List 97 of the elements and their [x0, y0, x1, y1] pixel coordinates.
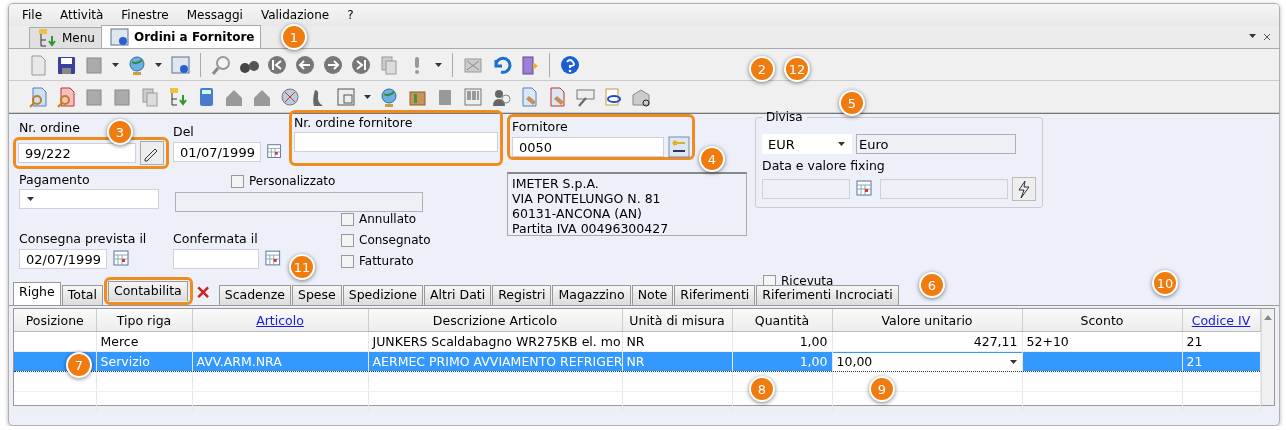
tab[interactable]: Righe	[13, 282, 61, 305]
checkbox[interactable]	[231, 174, 244, 188]
dropdown-caret-icon[interactable]	[1248, 33, 1257, 39]
document-tab[interactable]: Ordini a Fornitore	[100, 25, 262, 48]
checkbox[interactable]	[341, 212, 354, 226]
scroll-up-icon[interactable]	[1263, 315, 1272, 320]
dropdown-caret-icon	[1008, 358, 1018, 365]
order-number-field[interactable]: 99/222	[18, 143, 136, 163]
menu-item[interactable]: File	[13, 6, 52, 24]
group-title: Divisa	[765, 110, 804, 124]
checkbox-label: Annullato	[359, 212, 417, 226]
globe-icon[interactable]	[126, 53, 148, 76]
tab[interactable]: Contabilita	[107, 281, 188, 301]
dropdown-caret-icon[interactable]	[363, 93, 372, 100]
field-label: Pagamento	[19, 172, 90, 187]
tab[interactable]: Riferimenti Incrociati	[756, 285, 899, 305]
column-header[interactable]: Codice IV	[1182, 309, 1260, 332]
tab[interactable]: Registri	[492, 285, 552, 305]
field-label: Fornitore	[512, 119, 568, 134]
date-field[interactable]: 02/07/1999	[19, 249, 107, 269]
table-cell: Merce	[96, 331, 192, 352]
field-label: Confermata il	[173, 231, 258, 246]
fixing-value-field[interactable]	[880, 179, 1008, 199]
tab[interactable]: Altri Dati	[424, 285, 492, 305]
column-header[interactable]: Valore unitario	[832, 309, 1022, 332]
field-label: Consegna prevista il	[19, 231, 147, 246]
last-icon[interactable]	[350, 53, 372, 76]
folder-tree-icon[interactable]	[167, 85, 189, 108]
supplier-order-field[interactable]	[294, 132, 498, 152]
column-header[interactable]: Quantità	[732, 309, 832, 332]
first-icon[interactable]	[266, 53, 288, 76]
globe-icon[interactable]	[378, 85, 400, 108]
table-cell: NR	[622, 331, 732, 352]
currency-name-field: Euro	[856, 134, 1016, 154]
checkbox-label: Ricevuta	[781, 274, 834, 288]
table-cell: 21	[1182, 331, 1260, 352]
field-label: Data e valore fixing	[762, 158, 885, 173]
currency-dropdown[interactable]: EUR	[762, 134, 852, 154]
menu-item[interactable]: Attività	[51, 6, 113, 24]
search-document-icon[interactable]	[55, 85, 77, 108]
tab[interactable]: Spese	[292, 285, 342, 305]
help-icon[interactable]	[559, 53, 581, 76]
column-header[interactable]: Tipo riga	[96, 309, 192, 332]
supplier-field[interactable]: 0050	[512, 137, 664, 157]
compass-icon[interactable]	[279, 85, 301, 108]
column-header[interactable]: Sconto	[1022, 309, 1182, 332]
column-header[interactable]: Descrizione Articolo	[368, 309, 622, 332]
menu-item[interactable]: Messaggi	[177, 6, 252, 24]
link-icon[interactable]	[602, 85, 624, 108]
checkbox-label: Personalizzato	[249, 174, 336, 188]
date-field[interactable]: 01/07/1999	[173, 142, 261, 162]
field-label: Nr. ordine fornitore	[294, 115, 413, 130]
fixing-date-field[interactable]	[762, 179, 850, 199]
close-icon[interactable]	[1263, 33, 1271, 41]
search-icon[interactable]	[210, 53, 232, 76]
search-document-icon[interactable]	[27, 85, 49, 108]
dropdown-caret-icon[interactable]	[154, 61, 163, 68]
table-row[interactable]: Merce JUNKERS Scaldabagno WR275KB el. mo NR 1,00 427,11 52+10 21	[14, 331, 1260, 352]
tab[interactable]: Total	[61, 285, 103, 305]
table-cell: 1,00	[732, 331, 832, 352]
edit-button[interactable]	[140, 141, 164, 165]
field-label: Del	[173, 124, 194, 139]
column-header[interactable]: Posizione	[14, 309, 96, 332]
checkbox[interactable]	[341, 233, 354, 247]
layout-icon[interactable]	[335, 85, 357, 108]
tab[interactable]: Spedizione	[342, 285, 423, 305]
copy-icon[interactable]	[378, 53, 400, 76]
checkbox-label: Consegnato	[359, 233, 431, 247]
checkbox[interactable]	[341, 254, 354, 268]
tab[interactable]: Scadenze	[218, 285, 291, 305]
barcode-icon[interactable]	[462, 85, 484, 108]
table-cell: 427,11	[832, 331, 1022, 352]
menu-item[interactable]: ?	[338, 6, 363, 24]
tab[interactable]: Note	[631, 285, 674, 305]
menu-item[interactable]: Validazione	[251, 6, 339, 24]
key-lookup-icon[interactable]	[668, 136, 690, 158]
next-icon[interactable]	[322, 53, 344, 76]
dropdown-caret-icon	[837, 141, 846, 147]
copy-icon[interactable]	[139, 85, 161, 108]
value-dropdown[interactable]: 10,00	[832, 352, 1021, 371]
tab[interactable]: Magazzino	[552, 285, 631, 305]
column-header[interactable]: Articolo	[192, 309, 368, 332]
previous-icon[interactable]	[294, 53, 316, 76]
supplier-address: IMETER S.p.A. VIA PONTELUNGO N. 81 60131-ANCONA (AN) Partita IVA 00496300427	[507, 172, 747, 236]
tab[interactable]: Riferimenti	[674, 285, 756, 305]
document-tab[interactable]: Menu	[29, 27, 102, 48]
field-label: Nr. ordine	[19, 120, 80, 135]
dropdown-caret-icon	[26, 196, 35, 202]
table-cell: JUNKERS Scaldabagno WR275KB el. mo	[368, 331, 622, 352]
dropdown-caret-icon[interactable]	[434, 61, 443, 68]
date-field[interactable]	[173, 249, 260, 269]
fixing-button[interactable]	[1012, 177, 1036, 201]
checkbox-label: Fatturato	[359, 254, 414, 268]
dropdown-caret-icon[interactable]	[111, 61, 120, 68]
column-header[interactable]: Unità di misura	[622, 309, 732, 332]
table-cell: 52+10	[1022, 331, 1182, 352]
menu-item[interactable]: Finestre	[112, 6, 178, 24]
